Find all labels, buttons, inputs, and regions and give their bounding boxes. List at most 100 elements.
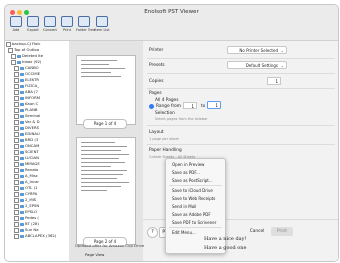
printer-select[interactable]: No Printer Selected ⌄ — [227, 46, 287, 54]
divider — [147, 144, 335, 145]
folder-icon — [20, 102, 24, 106]
range-from-label: Range from — [156, 104, 181, 109]
checkbox[interactable] — [14, 125, 19, 131]
checkbox[interactable] — [14, 101, 19, 107]
pages-label: Pages — [149, 91, 162, 96]
folder-icon — [20, 204, 24, 208]
checkbox[interactable] — [14, 77, 19, 83]
item-list-button[interactable]: Item List — [94, 16, 110, 32]
checkbox[interactable] — [14, 65, 19, 71]
checkbox[interactable] — [11, 53, 16, 59]
cancel-button[interactable]: Cancel — [247, 227, 267, 236]
page-thumbnail-2[interactable] — [76, 137, 136, 245]
folder-tree-button[interactable]: Folder Tree — [76, 16, 95, 32]
menu-item-save-as-adobe-pdf[interactable]: Save as Adobe PDF — [172, 212, 211, 217]
divider — [147, 73, 335, 74]
print-toolbar-button[interactable]: Print — [59, 16, 75, 32]
menu-item-save-to-icloud[interactable]: Save to iCloud Drive — [172, 188, 213, 193]
checkbox[interactable] — [14, 215, 19, 221]
folder-icon — [20, 234, 24, 238]
add-button[interactable]: Add — [8, 16, 24, 32]
convert-button[interactable]: Convert — [42, 16, 58, 32]
menu-item-save-to-web-receipts[interactable]: Save to Web Receipts — [172, 196, 215, 201]
folder-icon — [20, 120, 24, 124]
print-button[interactable]: Print — [271, 227, 293, 236]
checkbox[interactable] — [14, 143, 19, 149]
checkbox[interactable] — [14, 131, 19, 137]
folder-icon — [20, 210, 24, 214]
folder-icon — [20, 138, 24, 142]
menu-item-edit-menu[interactable]: Edit Menu... — [172, 230, 196, 235]
checkbox[interactable] — [14, 185, 19, 191]
menu-item-save-pdf-to-scrivener[interactable]: Save PDF to Scrivener — [172, 220, 216, 225]
folder-icon — [20, 180, 24, 184]
convert-icon — [44, 16, 56, 27]
checkbox[interactable] — [14, 191, 19, 197]
export-button[interactable]: Export — [25, 16, 41, 32]
checkbox[interactable] — [6, 41, 11, 47]
folder-icon — [20, 162, 24, 166]
checkbox[interactable] — [14, 179, 19, 185]
copies-input[interactable]: 1 — [267, 77, 281, 85]
checkbox[interactable] — [14, 113, 19, 119]
add-label: Add — [12, 28, 20, 32]
range-to-input[interactable]: 1 — [207, 101, 221, 109]
checkbox[interactable] — [8, 47, 13, 53]
checkbox[interactable] — [14, 203, 19, 209]
checkbox[interactable] — [14, 233, 19, 239]
layout-summary: 1 page per sheet — [149, 137, 179, 141]
menu-item-open-in-preview[interactable]: Open in Preview — [172, 162, 204, 167]
page-thumbnail-1[interactable] — [76, 55, 136, 125]
checkbox[interactable] — [14, 119, 19, 125]
add-icon — [10, 16, 22, 27]
folder-icon — [20, 90, 24, 94]
range-from-input[interactable]: 1 — [183, 102, 197, 109]
checkbox[interactable] — [14, 161, 19, 167]
export-icon — [27, 16, 39, 27]
checkbox[interactable] — [14, 71, 19, 77]
checkbox[interactable] — [14, 107, 19, 113]
presets-select[interactable]: Default Settings ⌄ — [227, 61, 287, 69]
folder-icon — [20, 78, 24, 82]
checkbox[interactable] — [14, 149, 19, 155]
menu-item-save-as-postscript[interactable]: Save as PostScript... — [172, 178, 213, 183]
divider — [147, 88, 335, 89]
page-1-label: Page 1 of 4 — [83, 119, 127, 129]
checkbox[interactable] — [14, 137, 19, 143]
range-radio[interactable] — [149, 104, 154, 109]
folder-icon — [20, 72, 24, 76]
tree-item[interactable]: ABCLAPEX (362) — [14, 233, 69, 239]
checkbox[interactable] — [14, 83, 19, 89]
folder-icon — [20, 168, 24, 172]
checkbox[interactable] — [11, 59, 16, 65]
checkbox[interactable] — [14, 89, 19, 95]
divider — [147, 58, 335, 59]
all-pages-option[interactable]: All 4 Pages — [155, 98, 178, 103]
layout-section[interactable]: Layout — [149, 130, 164, 135]
checkbox[interactable] — [14, 173, 19, 179]
message-text: Have a nice day! — [204, 236, 247, 242]
window-title: Enolsoft PST Viewer — [144, 9, 199, 15]
folder-icon — [20, 186, 24, 190]
divider — [147, 125, 335, 126]
checkbox[interactable] — [14, 197, 19, 203]
checkbox[interactable] — [14, 227, 19, 233]
checkbox[interactable] — [14, 221, 19, 227]
help-button[interactable]: ? — [147, 227, 158, 238]
print-window: Enolsoft PST Viewer Add Export Convert P… — [4, 4, 339, 262]
folder-icon — [20, 174, 24, 178]
checkbox[interactable] — [14, 95, 19, 101]
paper-handling-section[interactable]: Paper Handling — [149, 148, 182, 153]
checkbox[interactable] — [14, 155, 19, 161]
checkbox[interactable] — [14, 167, 19, 173]
folder-icon — [20, 114, 24, 118]
menu-divider — [169, 185, 222, 186]
folder-tree-icon — [78, 16, 90, 27]
folder-icon — [20, 144, 24, 148]
menu-item-send-in-mail[interactable]: Send in Mail — [172, 204, 196, 209]
menu-item-save-as-pdf[interactable]: Save as PDF... — [172, 170, 200, 175]
checkbox[interactable] — [14, 209, 19, 215]
export-label: Export — [27, 28, 39, 32]
folder-icon — [20, 132, 24, 136]
selection-option[interactable]: Selection — [155, 111, 175, 116]
